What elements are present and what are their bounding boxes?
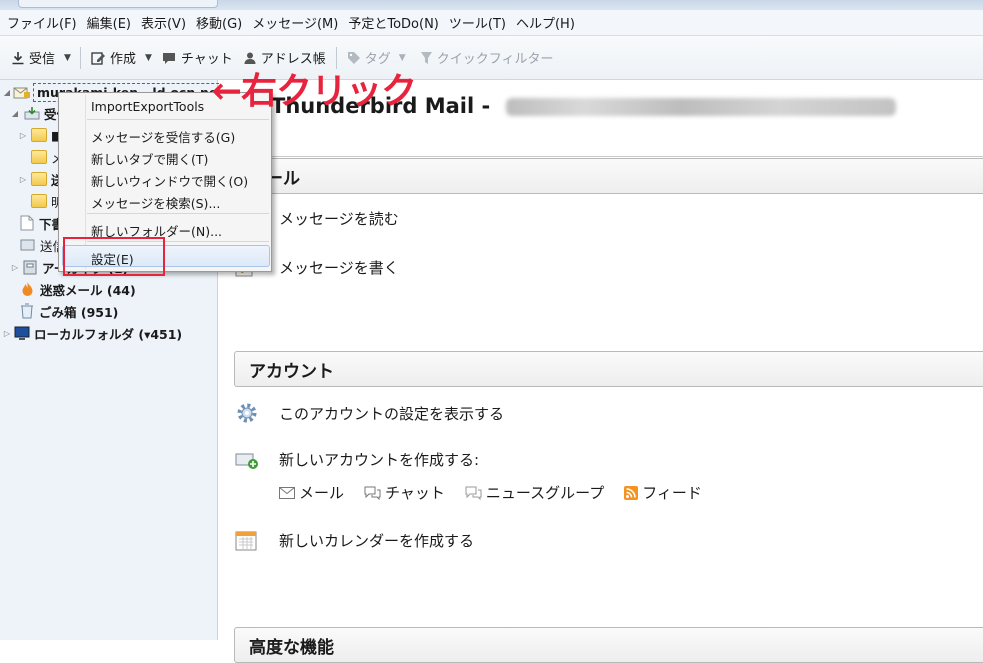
view-settings-label: このアカウントの設定を表示する xyxy=(279,404,505,423)
blurred-email-address xyxy=(505,98,896,116)
write-message-label: メッセージを書く xyxy=(279,258,399,277)
collapse-icon[interactable]: ◢ xyxy=(2,88,12,97)
title-divider xyxy=(234,156,983,157)
expand-icon[interactable]: ▷ xyxy=(18,175,28,184)
folder-trash[interactable]: ごみ箱 (951) xyxy=(18,300,118,322)
folder-icon xyxy=(31,194,47,208)
archive-icon xyxy=(23,260,37,274)
pencil-icon xyxy=(91,51,105,65)
new-chat-account-label: チャット xyxy=(385,484,445,502)
folder-junk[interactable]: 迷惑メール (44) xyxy=(18,278,136,300)
menu-item-open-new-window[interactable]: 新しいウィンドウで開く(O) xyxy=(91,171,248,190)
chat-icon xyxy=(364,486,381,500)
compose-dropdown-icon[interactable]: ▼ xyxy=(141,53,156,63)
menu-tools[interactable]: ツール(T) xyxy=(444,13,511,32)
mail-account-icon xyxy=(13,87,30,99)
menu-item-get-messages[interactable]: メッセージを受信する(G) xyxy=(91,127,235,146)
computer-icon xyxy=(14,326,30,340)
compose-button[interactable]: 作成 xyxy=(86,45,141,70)
folder-junk-label: 迷惑メール (44) xyxy=(40,282,136,298)
receive-dropdown-icon[interactable]: ▼ xyxy=(60,53,75,63)
window-tab[interactable] xyxy=(18,0,218,8)
local-folders-label: ローカルフォルダ (▾451) xyxy=(34,326,183,342)
new-newsgroup-account-link[interactable]: ニュースグループ xyxy=(465,482,604,503)
folder-icon xyxy=(31,128,47,142)
new-feed-account-label: フィード xyxy=(642,484,702,502)
local-folders-row[interactable]: ▷ ローカルフォルダ (▾451) xyxy=(2,322,182,344)
draft-document-icon xyxy=(20,215,34,231)
menu-edit[interactable]: 編集(E) xyxy=(82,13,136,32)
envelope-icon xyxy=(279,486,295,499)
chat-bubble-icon xyxy=(162,52,175,64)
folder-icon xyxy=(31,172,47,186)
gear-icon xyxy=(237,403,257,423)
new-mail-account-label: メール xyxy=(299,484,345,502)
receive-label: 受信 xyxy=(29,52,56,67)
tag-dropdown-icon: ▼ xyxy=(398,52,406,63)
download-icon xyxy=(12,51,24,64)
quick-filter-button[interactable]: クイックフィルター xyxy=(415,45,559,70)
mail-section-header: メール xyxy=(234,158,983,194)
account-section-title: アカウント xyxy=(249,361,334,382)
new-account-icon xyxy=(235,453,258,469)
funnel-icon xyxy=(420,51,432,64)
create-account-action: 新しいアカウントを作成する: xyxy=(235,449,479,470)
menu-item-import-export-tools[interactable]: ImportExportTools xyxy=(91,99,204,114)
advanced-section-header: 高度な機能 xyxy=(234,627,983,663)
menu-bar: ファイル(F) 編集(E) 表示(V) 移動(G) メッセージ(M) 予定とTo… xyxy=(0,10,983,36)
flame-icon xyxy=(22,282,33,296)
sent-icon xyxy=(20,239,35,251)
menu-message[interactable]: メッセージ(M) xyxy=(247,13,343,32)
newsgroup-icon xyxy=(465,486,482,500)
menu-separator xyxy=(87,213,269,214)
right-click-annotation: ←右クリック xyxy=(212,71,417,112)
folder-item-3[interactable]: ▷ 送 xyxy=(18,168,64,190)
new-newsgroup-account-label: ニュースグループ xyxy=(485,484,605,502)
menu-item-search-messages[interactable]: メッセージを検索(S)... xyxy=(91,193,220,212)
read-messages-label: メッセージを読む xyxy=(279,210,399,228)
quick-filter-label: クイックフィルター xyxy=(436,52,554,67)
advanced-section-title: 高度な機能 xyxy=(249,637,334,658)
expand-icon[interactable]: ▷ xyxy=(2,329,12,338)
expand-icon[interactable]: ▷ xyxy=(10,263,20,272)
view-settings-action[interactable]: このアカウントの設定を表示する xyxy=(235,401,504,425)
create-account-label: 新しいアカウントを作成する: xyxy=(279,451,480,469)
menu-separator xyxy=(87,119,269,120)
rss-feed-icon xyxy=(624,485,639,500)
menu-file[interactable]: ファイル(F) xyxy=(2,13,82,32)
toolbar-separator xyxy=(79,46,81,69)
trash-icon xyxy=(21,303,33,319)
folder-icon xyxy=(31,150,47,164)
menu-view[interactable]: 表示(V) xyxy=(136,13,191,32)
calendar-icon xyxy=(235,531,257,551)
title-bar xyxy=(0,0,983,10)
inbox-icon xyxy=(24,107,40,120)
collapse-icon[interactable]: ◢ xyxy=(10,109,20,118)
settings-highlight-box xyxy=(63,237,165,276)
main-toolbar: 受信 ▼ 作成 ▼ チャット アドレス帳 タグ ▼ クイックフィルター xyxy=(0,36,983,80)
menu-go[interactable]: 移動(G) xyxy=(191,13,247,32)
menu-item-open-new-tab[interactable]: 新しいタブで開く(T) xyxy=(91,149,208,168)
folder-trash-label: ごみ箱 (951) xyxy=(39,304,119,320)
account-central-pane: Thunderbird Mail - メール メッセージを読む メッセージを書く… xyxy=(219,80,983,663)
create-calendar-action[interactable]: 新しいカレンダーを作成する xyxy=(235,529,474,551)
new-mail-account-link[interactable]: メール xyxy=(279,482,344,503)
menu-events-tasks[interactable]: 予定とToDo(N) xyxy=(343,13,444,32)
new-feed-account-link[interactable]: フィード xyxy=(624,482,702,503)
new-chat-account-link[interactable]: チャット xyxy=(364,482,445,503)
account-section-header: アカウント xyxy=(234,351,983,387)
folder-item-1[interactable]: ▷ ■ xyxy=(18,124,63,146)
receive-button[interactable]: 受信 xyxy=(6,45,60,70)
create-calendar-label: 新しいカレンダーを作成する xyxy=(279,531,475,550)
menu-help[interactable]: ヘルプ(H) xyxy=(511,13,580,32)
expand-icon[interactable]: ▷ xyxy=(18,131,28,140)
account-type-links: メール チャット ニュースグループ フィード xyxy=(279,482,702,503)
compose-label: 作成 xyxy=(109,52,136,67)
